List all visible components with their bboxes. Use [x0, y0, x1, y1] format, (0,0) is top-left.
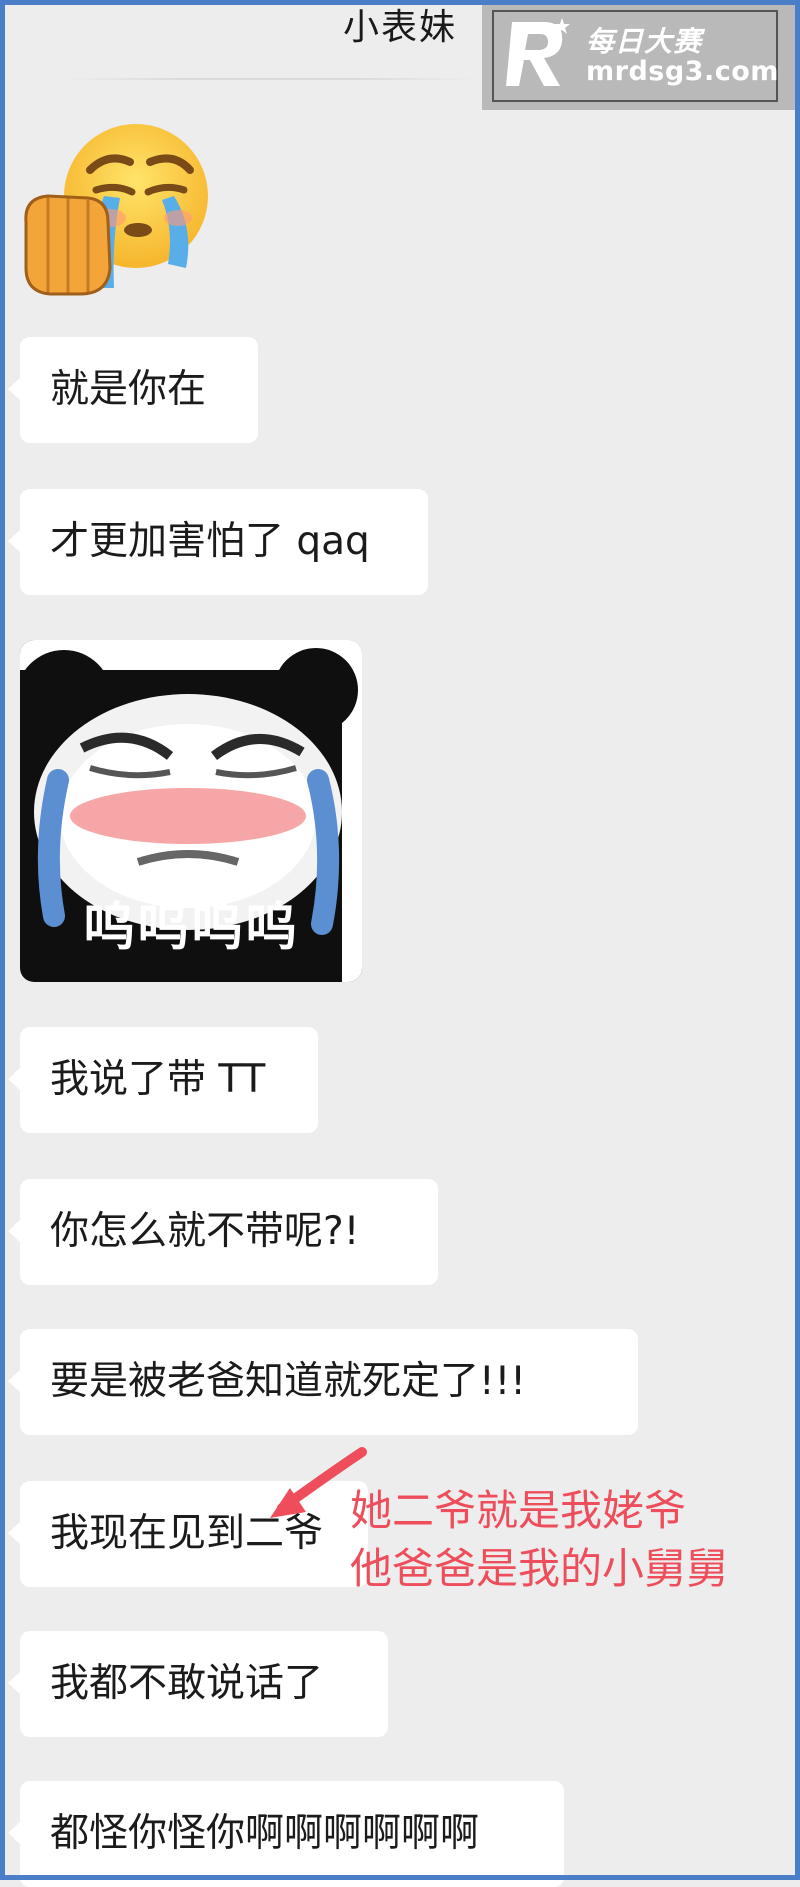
message-text: 我说了带 TT [50, 1057, 266, 1102]
crying-panda-sticker[interactable]: 呜呜呜呜 [20, 640, 362, 982]
message-text: 我都不敢说话了 [50, 1661, 324, 1706]
watermark-logo-icon [506, 18, 570, 86]
annotation-line-1: 她二爷就是我姥爷 [350, 1486, 687, 1535]
annotation-arrow-icon [270, 1447, 367, 1518]
sticker-caption: 呜呜呜呜 [82, 898, 299, 958]
message-text: 才更加害怕了 qaq [50, 519, 370, 564]
message-text: 你怎么就不带呢?! [50, 1209, 360, 1254]
title-divider [60, 78, 480, 80]
message-bubble[interactable]: 才更加害怕了 qaq [8, 489, 428, 595]
message-bubble[interactable]: 就是你在 [8, 337, 258, 443]
message-bubble[interactable]: 你怎么就不带呢?! [8, 1179, 438, 1285]
message-bubble[interactable]: 我说了带 TT [8, 1027, 318, 1133]
message-bubble[interactable]: 都怪你怪你啊啊啊啊啊啊 [8, 1781, 564, 1887]
watermark-text-cn: 每日大赛 [586, 25, 703, 58]
message-text: 就是你在 [50, 367, 207, 412]
message-bubble[interactable]: 我都不敢说话了 [8, 1631, 388, 1737]
message-text: 都怪你怪你啊啊啊啊啊啊 [50, 1811, 480, 1856]
watermark-url: mrdsg3.com [586, 56, 779, 87]
message-bubble[interactable]: 要是被老爸知道就死定了!!! [8, 1329, 638, 1435]
watermark: 每日大赛 mrdsg3.com [482, 0, 800, 110]
annotation-line-2: 他爸爸是我的小舅舅 [350, 1544, 729, 1593]
message-text: 要是被老爸知道就死定了!!! [50, 1359, 526, 1404]
crying-face-sticker[interactable] [18, 118, 218, 296]
